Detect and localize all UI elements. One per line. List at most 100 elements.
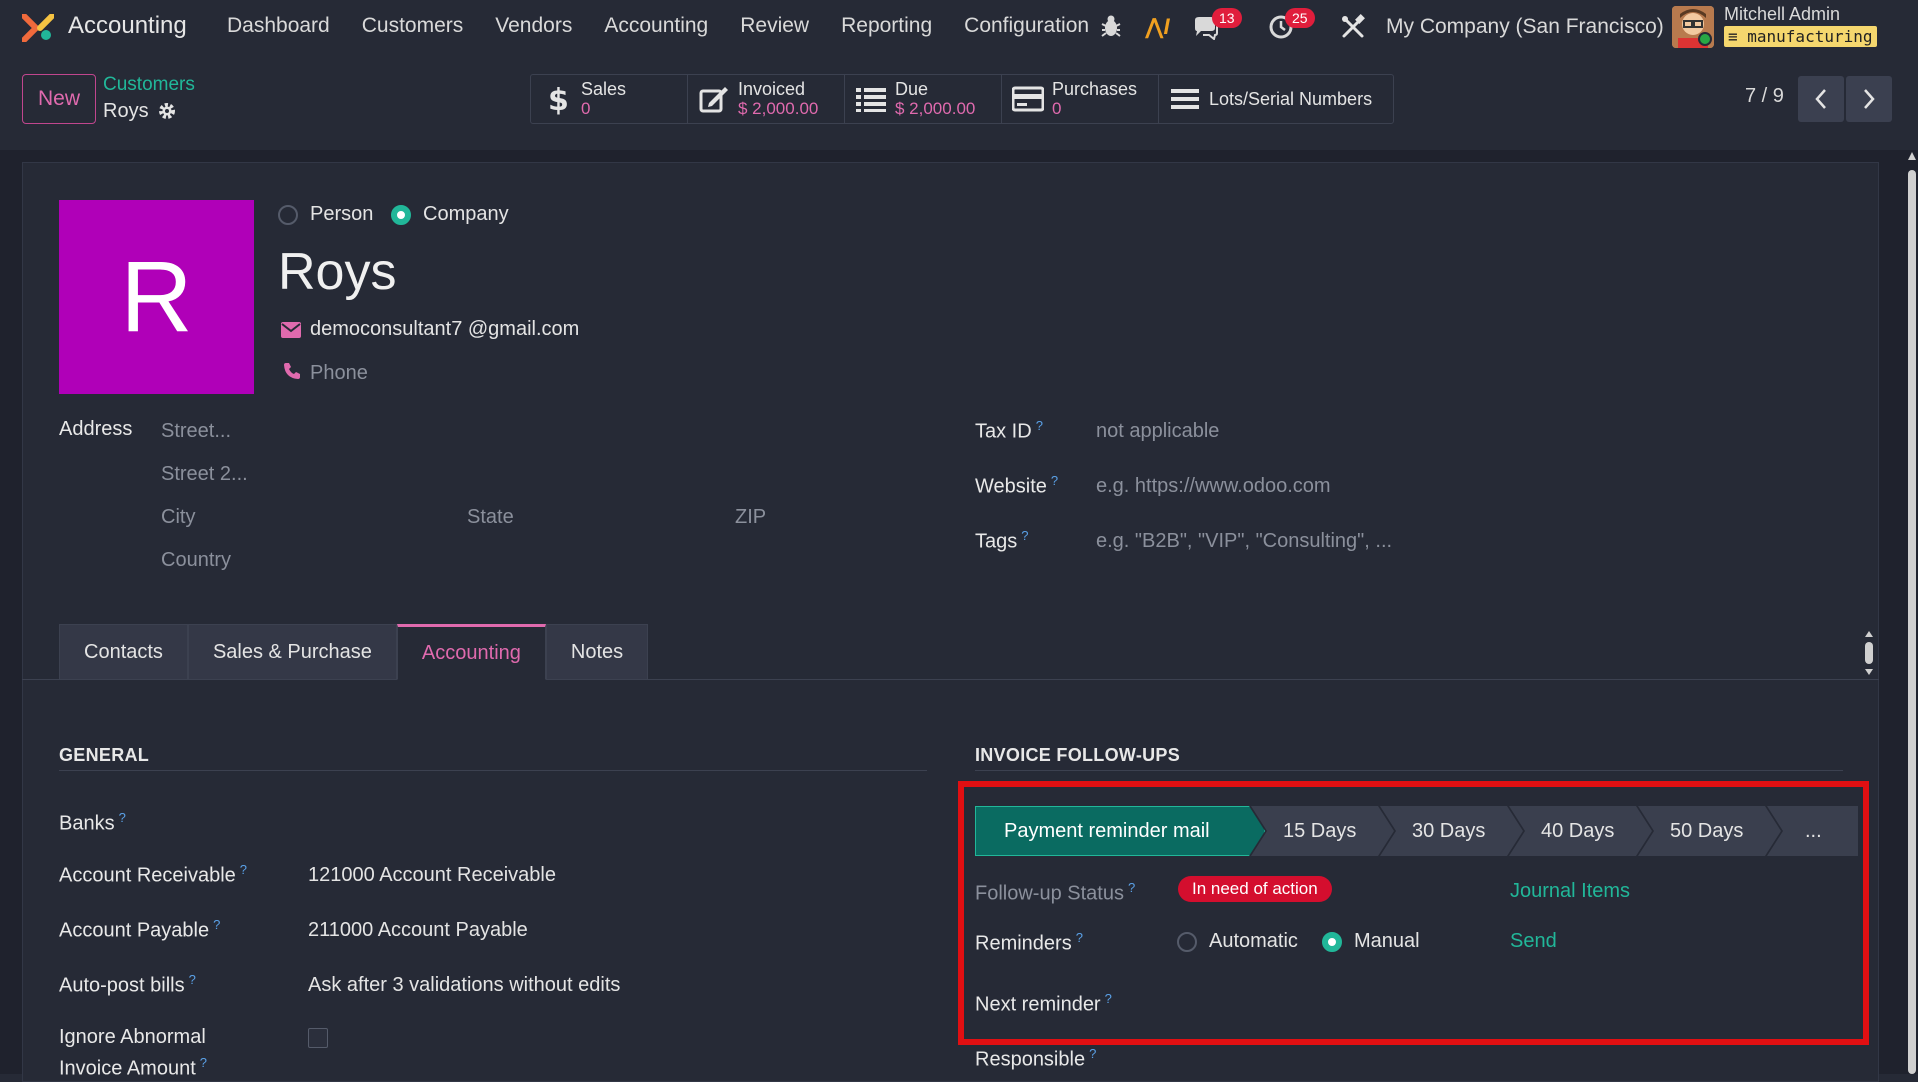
zip-field[interactable]: ZIP bbox=[735, 506, 766, 529]
followup-status-label-text: Follow-up Status bbox=[975, 882, 1124, 905]
street2-field[interactable]: Street 2... bbox=[161, 463, 248, 486]
pager-next-button[interactable] bbox=[1846, 76, 1892, 122]
radio-manual-label[interactable]: Manual bbox=[1354, 930, 1420, 953]
radio-manual[interactable] bbox=[1322, 932, 1342, 952]
company-switcher[interactable]: My Company (San Francisco) bbox=[1386, 15, 1664, 39]
dollar-icon: $ bbox=[541, 83, 573, 115]
help-icon[interactable]: ? bbox=[1089, 1046, 1096, 1061]
phone-field[interactable]: Phone bbox=[310, 362, 368, 385]
tags-field[interactable]: e.g. "B2B", "VIP", "Consulting", ... bbox=[1096, 530, 1392, 553]
smart-button-lots-serial[interactable]: Lots/Serial Numbers bbox=[1159, 75, 1393, 123]
help-icon[interactable]: ? bbox=[1128, 880, 1135, 895]
new-button[interactable]: New bbox=[22, 74, 96, 124]
tab-accounting[interactable]: Accounting bbox=[396, 624, 546, 680]
ignore-abnormal-label: Ignore Abnormal bbox=[59, 1026, 206, 1048]
tab-sales-purchase[interactable]: Sales & Purchase bbox=[187, 624, 397, 680]
help-icon[interactable]: ? bbox=[1036, 418, 1043, 433]
tax-id-label-text: Tax ID bbox=[975, 420, 1032, 443]
state-field[interactable]: State bbox=[467, 506, 514, 529]
partner-avatar[interactable]: R bbox=[59, 200, 254, 394]
stage-50-days[interactable]: 50 Days bbox=[1638, 806, 1781, 856]
help-icon[interactable]: ? bbox=[1105, 991, 1112, 1006]
menu-dashboard[interactable]: Dashboard bbox=[227, 14, 330, 38]
debug-bug-icon[interactable] bbox=[1100, 14, 1122, 38]
help-icon[interactable]: ? bbox=[1051, 473, 1058, 488]
pager-previous-button[interactable] bbox=[1798, 76, 1844, 122]
menu-vendors[interactable]: Vendors bbox=[495, 14, 572, 38]
menu-review[interactable]: Review bbox=[740, 14, 809, 38]
lots-serial-label: Lots/Serial Numbers bbox=[1209, 89, 1373, 109]
stage-40-days[interactable]: 40 Days bbox=[1509, 806, 1652, 856]
smart-button-purchases[interactable]: Purchases 0 bbox=[1002, 75, 1159, 123]
followup-status-label: Follow-up Status? bbox=[975, 880, 1135, 906]
user-name[interactable]: Mitchell Admin bbox=[1724, 4, 1840, 25]
stage-payment-reminder-mail[interactable]: Payment reminder mail bbox=[975, 806, 1265, 856]
menu-reporting[interactable]: Reporting bbox=[841, 14, 932, 38]
general-section-title: GENERAL bbox=[59, 745, 150, 765]
next-reminder-label: Next reminder? bbox=[975, 991, 1112, 1017]
radio-automatic-label[interactable]: Automatic bbox=[1209, 930, 1298, 953]
help-icon[interactable]: ? bbox=[1076, 930, 1083, 945]
send-reminder-link[interactable]: Send bbox=[1510, 930, 1557, 953]
due-value: $ 2,000.00 bbox=[895, 99, 976, 118]
ignore-abnormal-checkbox[interactable] bbox=[308, 1028, 328, 1048]
pager-value[interactable]: 7 / 9 bbox=[1745, 85, 1784, 108]
tags-label-text: Tags bbox=[975, 530, 1018, 553]
stage-15-days[interactable]: 15 Days bbox=[1251, 806, 1394, 856]
smart-button-invoiced[interactable]: Invoiced $ 2,000.00 bbox=[688, 75, 845, 123]
menu-accounting[interactable]: Accounting bbox=[604, 14, 708, 38]
website-label: Website? bbox=[975, 473, 1058, 499]
website-field[interactable]: e.g. https://www.odoo.com bbox=[1096, 475, 1331, 498]
app-name[interactable]: Accounting bbox=[68, 12, 187, 40]
page-scrollbar-thumb[interactable] bbox=[1908, 170, 1916, 1074]
radio-company[interactable] bbox=[391, 205, 411, 225]
auto-post-bills-field[interactable]: Ask after 3 validations without edits bbox=[308, 974, 620, 997]
ai-assistant-icon[interactable]: ⋀I bbox=[1145, 14, 1170, 40]
journal-items-link[interactable]: Journal Items bbox=[1510, 880, 1630, 903]
stage-30-days[interactable]: 30 Days bbox=[1380, 806, 1523, 856]
followup-status-badge[interactable]: In need of action bbox=[1178, 876, 1332, 902]
radio-company-label[interactable]: Company bbox=[423, 203, 509, 226]
tab-contacts[interactable]: Contacts bbox=[59, 624, 188, 680]
help-icon[interactable]: ? bbox=[189, 972, 196, 987]
breadcrumb-customers-link[interactable]: Customers bbox=[103, 74, 195, 96]
followup-level-statusbar: Payment reminder mail 15 Days 30 Days 40… bbox=[975, 806, 1858, 856]
smart-buttons-bar: $ Sales 0 Invoiced $ 2,000.00 Due $ 2,000.0… bbox=[530, 74, 1394, 124]
city-field[interactable]: City bbox=[161, 506, 195, 529]
menu-configuration[interactable]: Configuration bbox=[964, 14, 1089, 38]
street-field[interactable]: Street... bbox=[161, 420, 231, 443]
country-field[interactable]: Country bbox=[161, 549, 231, 572]
help-icon[interactable]: ? bbox=[1021, 528, 1028, 543]
sales-value: 0 bbox=[581, 99, 591, 118]
online-status-dot bbox=[1698, 32, 1712, 46]
help-icon[interactable]: ? bbox=[200, 1055, 207, 1070]
partner-name-field[interactable]: Roys bbox=[278, 242, 396, 302]
purchases-value: 0 bbox=[1052, 99, 1062, 118]
inner-scrollbar[interactable] bbox=[1863, 630, 1875, 676]
accounting-app-icon[interactable] bbox=[22, 14, 54, 42]
help-icon[interactable]: ? bbox=[119, 810, 126, 825]
radio-automatic[interactable] bbox=[1177, 932, 1197, 952]
edit-icon bbox=[698, 83, 730, 115]
notebook-tabs: Contacts Sales & Purchase Accounting Not… bbox=[59, 624, 649, 680]
email-field[interactable]: democonsultant7 @gmail.com bbox=[310, 318, 579, 341]
menu-customers[interactable]: Customers bbox=[362, 14, 464, 38]
help-icon[interactable]: ? bbox=[240, 862, 247, 877]
sales-label: Sales bbox=[581, 79, 627, 99]
tab-notes[interactable]: Notes bbox=[545, 624, 649, 680]
help-icon[interactable]: ? bbox=[213, 917, 220, 932]
smart-button-sales[interactable]: $ Sales 0 bbox=[531, 75, 688, 123]
account-receivable-field[interactable]: 121000 Account Receivable bbox=[308, 864, 556, 887]
general-section-rule bbox=[59, 770, 927, 771]
database-badge: ≡ manufacturing bbox=[1724, 26, 1877, 47]
credit-card-icon bbox=[1012, 83, 1044, 115]
banks-label: Banks? bbox=[59, 810, 126, 836]
radio-person[interactable] bbox=[278, 205, 298, 225]
settings-tools-icon[interactable] bbox=[1340, 14, 1366, 40]
record-actions-gear-icon[interactable] bbox=[157, 101, 177, 121]
account-payable-field[interactable]: 211000 Account Payable bbox=[308, 919, 528, 942]
smart-button-due[interactable]: Due $ 2,000.00 bbox=[845, 75, 1002, 123]
responsible-label-text: Responsible bbox=[975, 1048, 1086, 1071]
tax-id-field[interactable]: not applicable bbox=[1096, 420, 1219, 443]
radio-person-label[interactable]: Person bbox=[310, 203, 373, 226]
